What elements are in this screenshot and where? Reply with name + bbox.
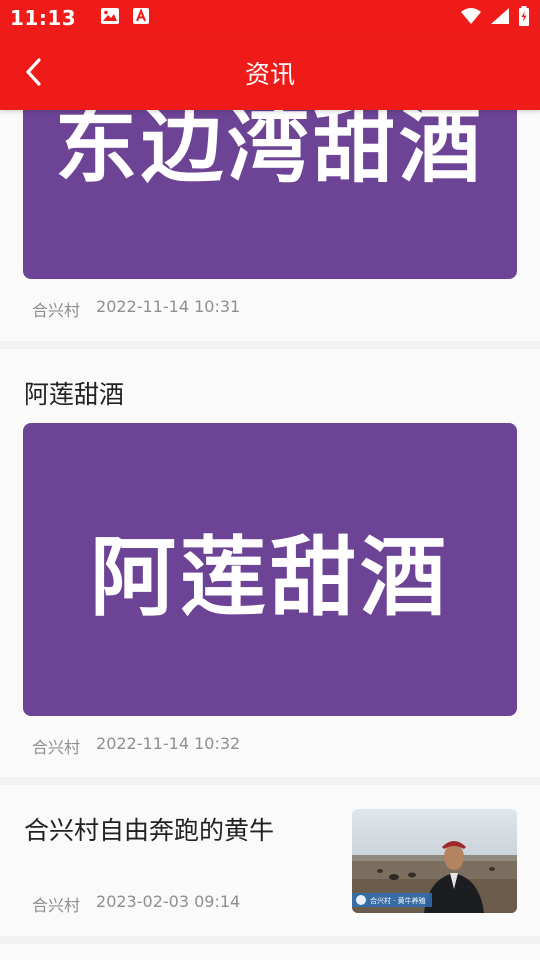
article-meta: 合兴村 2023-02-03 09:14 bbox=[32, 892, 240, 916]
article-banner: 阿莲甜酒 bbox=[23, 423, 517, 716]
article-source: 合兴村 bbox=[32, 896, 81, 915]
article-source: 合兴村 bbox=[32, 738, 81, 757]
article-banner: 东边湾甜酒 bbox=[23, 110, 517, 279]
wifi-icon bbox=[460, 7, 482, 29]
article-date: 2023-02-03 09:14 bbox=[96, 892, 241, 911]
banner-text: 东边湾甜酒 bbox=[54, 110, 485, 194]
battery-charging-icon bbox=[518, 6, 530, 30]
article-title: 阿莲甜酒 bbox=[24, 380, 125, 409]
font-icon bbox=[132, 7, 150, 29]
news-card[interactable] bbox=[0, 944, 540, 960]
news-card[interactable]: 阿莲甜酒 阿莲甜酒 合兴村 2022-11-14 10:32 bbox=[0, 349, 540, 777]
app-bar: 资讯 bbox=[0, 36, 540, 110]
article-meta: 合兴村 2022-11-14 10:32 bbox=[32, 734, 240, 758]
status-time: 11:13 bbox=[10, 6, 77, 30]
news-card[interactable]: 合兴村自由奔跑的黄牛 合兴村 2023-02-03 09:14 合兴村 · 黄牛… bbox=[0, 785, 540, 936]
status-bar: 11:13 bbox=[0, 0, 540, 36]
news-feed[interactable]: 东边湾甜酒 合兴村 2022-11-14 10:31 阿莲甜酒 阿莲甜酒 合兴村… bbox=[0, 110, 540, 960]
banner-text: 阿莲甜酒 bbox=[90, 528, 450, 628]
article-thumbnail: 合兴村 · 黄牛养殖 bbox=[352, 809, 517, 913]
article-meta: 合兴村 2022-11-14 10:31 bbox=[32, 297, 240, 321]
thumbnail-caption: 合兴村 · 黄牛养殖 bbox=[370, 896, 426, 905]
chevron-left-icon bbox=[26, 58, 41, 86]
news-card[interactable]: 东边湾甜酒 合兴村 2022-11-14 10:31 bbox=[0, 110, 540, 341]
signal-icon bbox=[490, 7, 510, 29]
article-date: 2022-11-14 10:32 bbox=[96, 734, 241, 753]
back-button[interactable] bbox=[16, 54, 52, 90]
image-icon bbox=[100, 7, 120, 29]
article-title: 合兴村自由奔跑的黄牛 bbox=[24, 816, 275, 845]
article-source: 合兴村 bbox=[32, 301, 81, 320]
page-title: 资讯 bbox=[244, 60, 295, 89]
article-date: 2022-11-14 10:31 bbox=[96, 297, 241, 316]
